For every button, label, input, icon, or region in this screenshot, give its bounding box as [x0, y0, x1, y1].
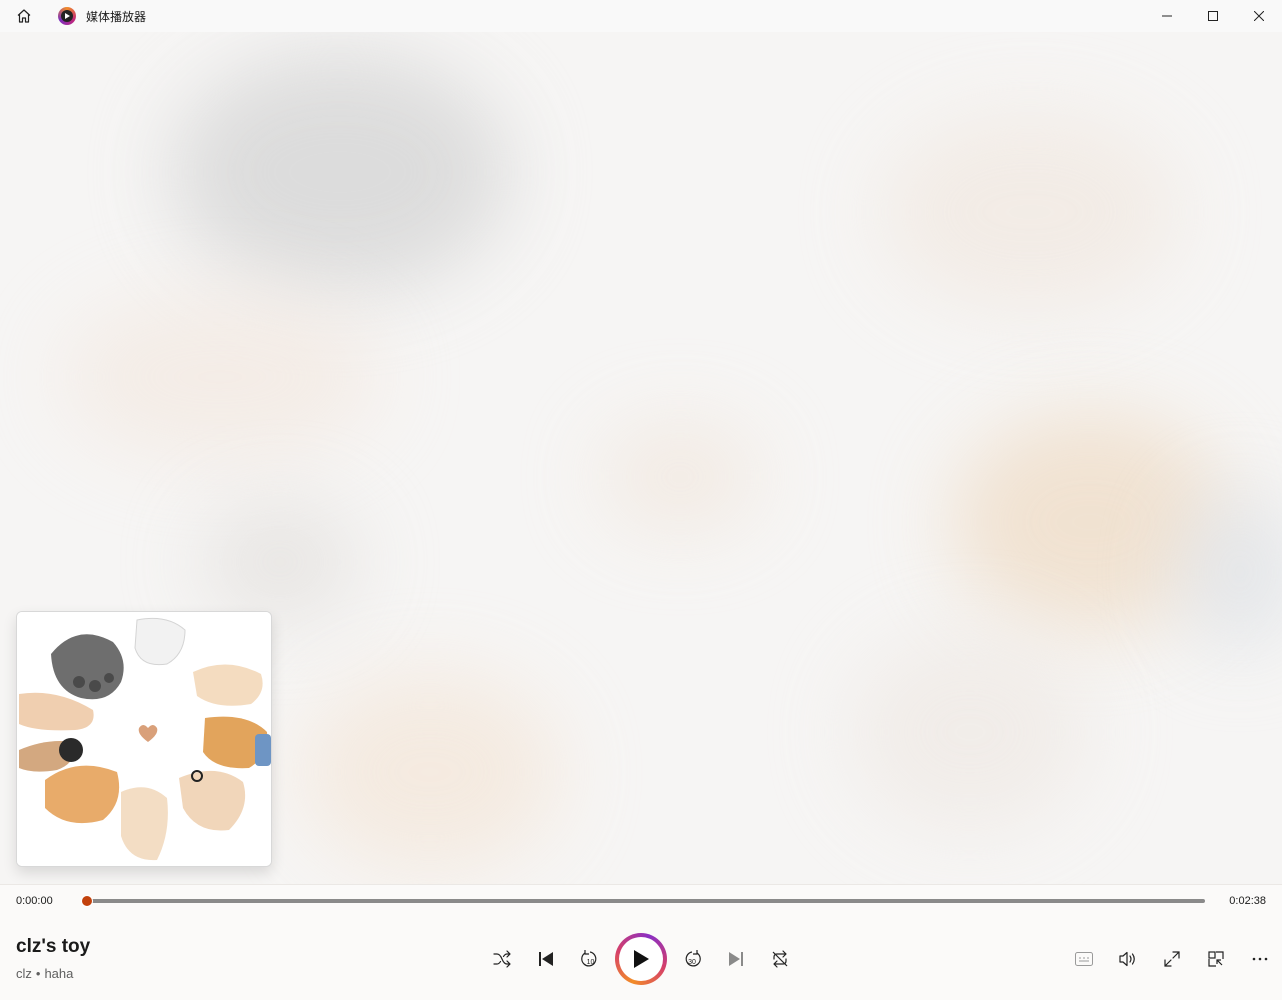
minimize-icon — [1162, 11, 1172, 21]
play-icon — [632, 949, 650, 969]
fullscreen-icon — [1164, 951, 1180, 967]
more-options-icon — [1252, 957, 1268, 961]
forward-30-icon: 30 — [682, 949, 702, 969]
playback-bar: 0:00:00 0:02:38 clz's toy clz • haha 10 … — [0, 884, 1282, 1000]
next-button[interactable] — [720, 943, 752, 975]
media-player-app-icon — [58, 7, 76, 25]
seek-bar[interactable] — [88, 899, 1205, 903]
repeat-icon — [771, 950, 789, 968]
maximize-icon — [1208, 11, 1218, 21]
minimize-button[interactable] — [1144, 0, 1190, 32]
repeat-button[interactable] — [764, 943, 796, 975]
volume-button[interactable] — [1112, 943, 1144, 975]
maximize-button[interactable] — [1190, 0, 1236, 32]
close-icon — [1254, 11, 1264, 21]
track-artist[interactable]: clz — [16, 966, 32, 981]
forward-button[interactable]: 30 — [676, 943, 708, 975]
rewind-button[interactable]: 10 — [574, 943, 606, 975]
mini-player-button[interactable] — [1200, 943, 1232, 975]
window-title: 媒体播放器 — [86, 9, 147, 24]
rewind-10-icon: 10 — [580, 949, 600, 969]
previous-track-icon — [538, 951, 554, 967]
volume-icon — [1119, 951, 1137, 967]
track-title[interactable]: clz's toy — [16, 936, 90, 958]
fullscreen-button[interactable] — [1156, 943, 1188, 975]
title-bar: 媒体播放器 — [0, 0, 1282, 32]
captions-button[interactable] — [1068, 943, 1100, 975]
rewind-label: 10 — [587, 959, 595, 966]
forward-label: 30 — [688, 959, 696, 966]
more-options-button[interactable] — [1244, 943, 1276, 975]
seek-thumb[interactable] — [81, 895, 93, 907]
shuffle-icon — [493, 950, 511, 968]
total-time: 0:02:38 — [1229, 895, 1266, 907]
previous-button[interactable] — [530, 943, 562, 975]
close-button[interactable] — [1236, 0, 1282, 32]
track-album[interactable]: haha — [44, 966, 73, 981]
next-track-icon — [728, 951, 744, 967]
home-icon — [16, 8, 32, 24]
play-button[interactable] — [615, 933, 667, 985]
track-subtitle: clz • haha — [16, 966, 73, 981]
shuffle-button[interactable] — [486, 943, 518, 975]
separator: • — [35, 966, 41, 981]
mini-player-icon — [1208, 951, 1224, 967]
album-art-hands-heart[interactable] — [16, 611, 272, 867]
current-time: 0:00:00 — [16, 895, 53, 907]
captions-icon — [1075, 952, 1093, 966]
home-button[interactable] — [0, 0, 48, 32]
